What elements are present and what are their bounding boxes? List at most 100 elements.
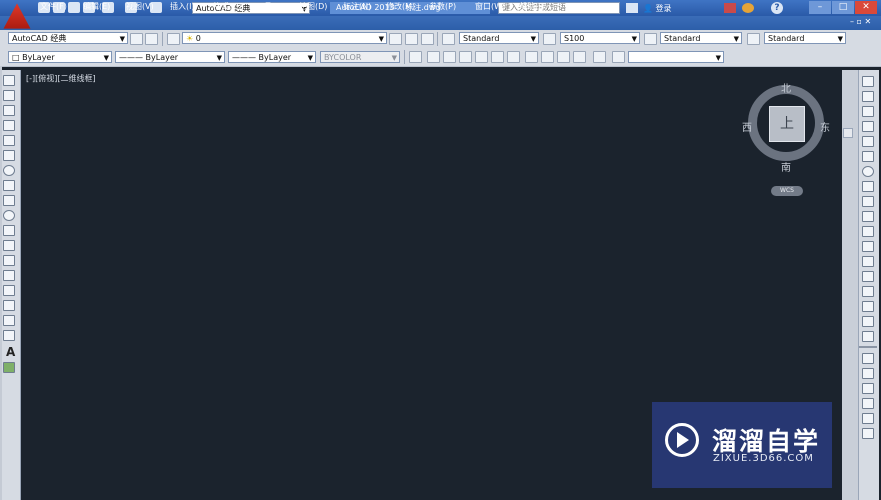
scale-icon[interactable] [862,181,874,192]
exchange-icon[interactable] [724,3,736,13]
menu-window[interactable]: 窗口(W) [475,1,505,13]
move-icon[interactable] [862,151,874,162]
revision-cloud-icon[interactable] [3,180,15,191]
mirror-icon[interactable] [862,106,874,117]
trim-icon[interactable] [862,211,874,222]
layer-state-icon[interactable] [421,33,434,45]
break-at-point-icon[interactable] [862,241,874,252]
back-view-icon[interactable] [507,51,520,63]
maximize-button[interactable]: □ [832,1,854,14]
table-style-icon[interactable] [644,33,657,45]
camera-icon[interactable] [593,51,606,63]
save-icon[interactable] [68,2,80,13]
make-block-icon[interactable] [3,255,15,266]
top-view-icon[interactable] [427,51,440,63]
join-icon[interactable] [862,271,874,282]
multiline-text-icon[interactable]: A [6,345,15,359]
erase-icon[interactable] [862,76,874,87]
polyline-icon[interactable] [3,105,15,116]
menu-draw[interactable]: 绘图(D) [299,1,327,13]
hatch-icon[interactable] [3,285,15,296]
workspace-dropdown[interactable]: AutoCAD 经典 ▼ [192,2,310,14]
viewcube-east[interactable]: 东 [820,119,830,134]
break-icon[interactable] [862,256,874,267]
offset-icon[interactable] [862,121,874,132]
login-button[interactable]: 👤 登录 [643,3,672,14]
dimension-style-dropdown[interactable]: S100 ▼ [560,32,640,44]
menu-help[interactable]: 帮助(H) [519,1,547,13]
line-icon[interactable] [3,75,15,86]
layer-dropdown[interactable]: ☀ 0 ▼ [182,32,387,44]
extend-icon[interactable] [862,226,874,237]
construction-line-icon[interactable] [3,90,15,101]
menu-view[interactable]: 视图(V) [126,1,154,13]
viewcube-west[interactable]: 西 [742,119,752,134]
sw-iso-view-icon[interactable] [525,51,538,63]
left-view-icon[interactable] [459,51,472,63]
menu-format[interactable]: 格式(O) [213,1,242,13]
dimension-style-icon[interactable] [543,33,556,45]
viewport-controls-label[interactable]: [-][俯视][二维线框] [26,73,96,84]
ellipse-arc-icon[interactable] [3,225,15,236]
minimize-button[interactable]: – [809,1,831,14]
menu-modify[interactable]: 修改(M) [386,1,415,13]
color-dropdown[interactable]: □ ByLayer ▼ [8,51,112,63]
right-view-icon[interactable] [475,51,488,63]
table-icon[interactable] [3,330,15,341]
text-style-icon[interactable] [442,33,455,45]
menu-tools[interactable]: 工具(T) [256,1,283,13]
nw-iso-view-icon[interactable] [573,51,586,63]
panel-toggle-icon[interactable] [843,128,853,138]
blend-curves-icon[interactable] [862,316,874,327]
draw-order-icon[interactable] [862,353,874,364]
layer-properties-icon[interactable] [167,33,180,45]
ucs-menu-button[interactable]: WCS [771,186,803,196]
point-icon[interactable] [3,270,15,281]
array-icon[interactable] [862,136,874,147]
send-to-back-icon[interactable] [862,383,874,394]
send-under-icon[interactable] [862,413,874,424]
gradient-icon[interactable] [3,300,15,311]
bring-above-icon[interactable] [862,398,874,409]
rectangle-icon[interactable] [3,135,15,146]
text-style-dropdown[interactable]: Standard ▼ [459,32,539,44]
circle-icon[interactable] [3,165,15,176]
region-icon[interactable] [3,315,15,326]
linetype-dropdown[interactable]: ——— ByLayer ▼ [115,51,225,63]
save-workspace-icon[interactable] [145,33,158,45]
lineweight-dropdown[interactable]: ——— ByLayer ▼ [228,51,316,63]
named-views-dropdown[interactable]: ▼ [628,51,724,63]
view-manager-icon[interactable] [409,51,422,63]
ne-iso-view-icon[interactable] [557,51,570,63]
close-button[interactable]: ✕ [855,1,877,14]
help-button[interactable]: ? [771,2,783,14]
menu-parametric[interactable]: 参数(P) [429,1,456,13]
workspace-toolbar-dropdown[interactable]: AutoCAD 经典 ▼ [8,32,128,44]
fillet-icon[interactable] [862,301,874,312]
explode-icon[interactable] [862,331,874,342]
rotate-icon[interactable] [862,166,874,177]
search-input[interactable] [498,2,620,14]
bring-to-front-icon[interactable] [862,368,874,379]
text-above-icon[interactable] [862,428,874,439]
viewcube-north[interactable]: 北 [781,80,791,95]
polygon-icon[interactable] [3,120,15,131]
menu-edit[interactable]: 编辑(E) [83,1,110,13]
stretch-icon[interactable] [862,196,874,207]
ellipse-icon[interactable] [3,210,15,221]
table-style-dropdown[interactable]: Standard ▼ [660,32,742,44]
spline-icon[interactable] [3,195,15,206]
menu-file[interactable]: 文件(F) [40,1,67,13]
multileader-style-icon[interactable] [747,33,760,45]
copy-icon[interactable] [862,91,874,102]
workspace-settings-icon[interactable] [130,33,143,45]
chamfer-icon[interactable] [862,286,874,297]
insert-block-icon[interactable] [3,240,15,251]
multileader-style-dropdown[interactable]: Standard ▼ [764,32,846,44]
viewcube-top-face[interactable]: 上 [769,106,805,142]
add-selected-icon[interactable] [3,362,15,373]
arc-icon[interactable] [3,150,15,161]
doc-window-controls[interactable]: – ▫ ✕ [850,17,871,26]
viewcube-south[interactable]: 南 [781,159,791,174]
binoculars-icon[interactable] [626,3,638,13]
